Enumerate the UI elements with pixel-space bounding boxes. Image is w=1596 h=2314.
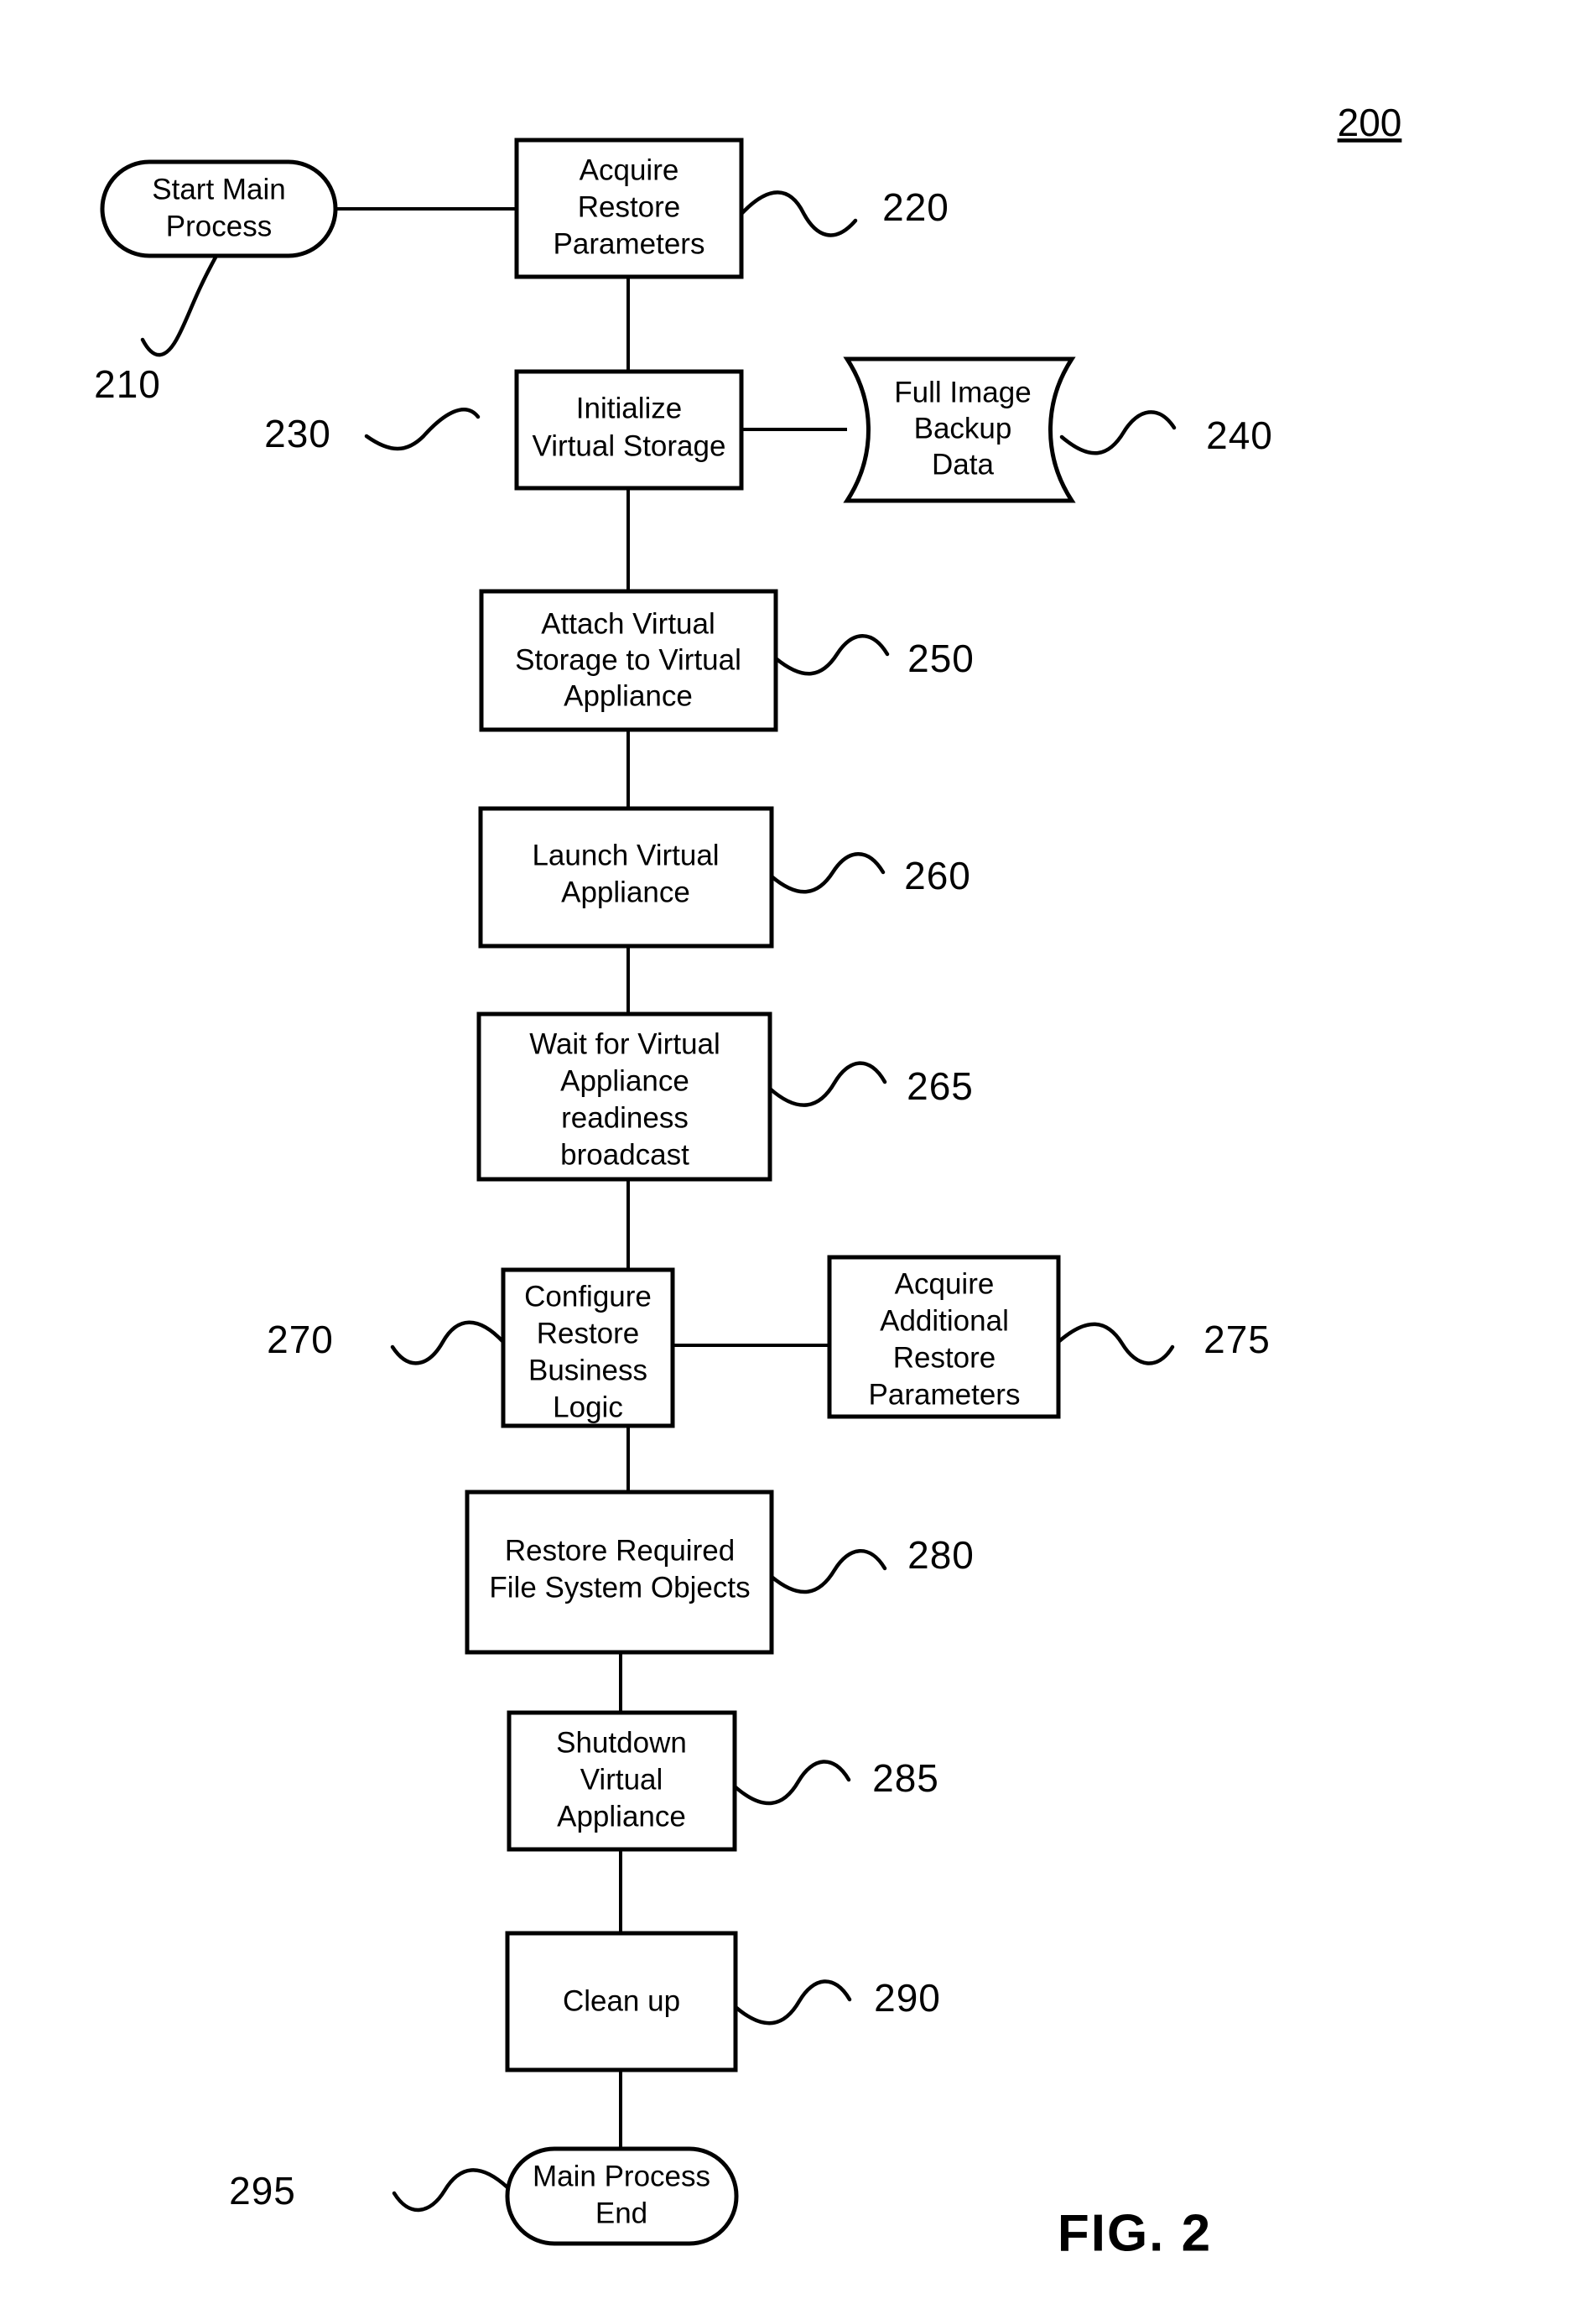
leader-230 — [364, 408, 481, 451]
leader-260 — [769, 852, 886, 894]
backup-data-label-line1: Full Image — [894, 376, 1031, 408]
wait-label-line2: Appliance — [560, 1064, 689, 1097]
restore-label-line2: File System Objects — [489, 1571, 750, 1604]
flowchart-diagram: Start Main Process Acquire Restore Param… — [94, 101, 1402, 2262]
additional-label-line4: Parameters — [869, 1378, 1021, 1411]
clean-up-label: Clean up — [563, 1984, 680, 2017]
end-label-line1: Main Process — [533, 2160, 710, 2192]
node-acquire-restore-parameters[interactable]: Acquire Restore Parameters — [514, 138, 744, 279]
acquire-label-line2: Restore — [578, 190, 681, 223]
start-label-line2: Process — [166, 210, 272, 242]
reference-210: 210 — [94, 362, 161, 406]
node-full-image-backup-data[interactable]: Full Image Backup Data — [843, 356, 1076, 503]
leader-240 — [1059, 410, 1177, 455]
shutdown-label-line3: Appliance — [557, 1800, 686, 1833]
leader-285 — [732, 1760, 851, 1806]
leader-275 — [1056, 1322, 1175, 1365]
leader-265 — [767, 1061, 887, 1107]
backup-data-label-line3: Data — [932, 448, 994, 481]
leader-290 — [733, 1979, 852, 2025]
end-label-line2: End — [595, 2197, 647, 2229]
start-label-line1: Start Main — [152, 173, 286, 205]
node-acquire-additional-restore-parameters[interactable]: Acquire Additional Restore Parameters — [827, 1255, 1061, 1419]
acquire-label-line1: Acquire — [580, 153, 679, 186]
node-restore-file-system-objects[interactable]: Restore Required File System Objects — [465, 1490, 774, 1655]
initialize-label-line2: Virtual Storage — [533, 429, 726, 462]
leader-295 — [392, 2168, 510, 2213]
additional-label-line3: Restore — [893, 1341, 996, 1374]
reference-285: 285 — [872, 1756, 939, 1800]
node-start-main-process[interactable]: Start Main Process — [100, 159, 338, 258]
attach-label-line2: Storage to Virtual — [515, 643, 741, 676]
figure-caption: FIG. 2 — [1058, 2204, 1212, 2262]
additional-label-line1: Acquire — [895, 1267, 995, 1300]
node-wait-for-readiness[interactable]: Wait for Virtual Appliance readiness bro… — [476, 1011, 772, 1182]
leader-220 — [739, 190, 858, 237]
leader-280 — [769, 1549, 887, 1594]
node-shutdown-virtual-appliance[interactable]: Shutdown Virtual Appliance — [507, 1710, 737, 1852]
reference-280: 280 — [907, 1533, 975, 1577]
acquire-label-line3: Parameters — [554, 227, 705, 260]
reference-240: 240 — [1206, 413, 1273, 457]
wait-label-line3: readiness — [561, 1101, 689, 1134]
reference-220: 220 — [882, 185, 949, 229]
attach-label-line3: Appliance — [564, 679, 693, 712]
node-clean-up[interactable]: Clean up — [505, 1931, 738, 2072]
wait-label-line4: broadcast — [560, 1138, 689, 1171]
configure-label-line4: Logic — [553, 1391, 623, 1423]
node-initialize-virtual-storage[interactable]: Initialize Virtual Storage — [514, 369, 744, 491]
leader-270 — [390, 1320, 506, 1365]
reference-290: 290 — [874, 1976, 941, 2020]
launch-label-line2: Appliance — [561, 876, 690, 908]
reference-260: 260 — [904, 854, 971, 897]
shutdown-label-line2: Virtual — [580, 1763, 663, 1796]
configure-label-line1: Configure — [524, 1280, 652, 1313]
reference-295: 295 — [229, 2169, 296, 2213]
configure-label-line2: Restore — [537, 1317, 640, 1349]
node-launch-virtual-appliance[interactable]: Launch Virtual Appliance — [478, 806, 774, 949]
leader-250 — [773, 634, 890, 676]
reference-250: 250 — [907, 637, 975, 680]
figure-reference-200: 200 — [1338, 101, 1402, 144]
reference-230: 230 — [264, 412, 331, 455]
shutdown-label-line1: Shutdown — [556, 1726, 687, 1759]
launch-label-line1: Launch Virtual — [532, 839, 719, 871]
restore-label-line1: Restore Required — [505, 1534, 735, 1567]
node-attach-virtual-storage[interactable]: Attach Virtual Storage to Virtual Applia… — [479, 589, 778, 732]
additional-label-line2: Additional — [880, 1304, 1009, 1337]
attach-label-line1: Attach Virtual — [541, 607, 715, 640]
backup-data-label-line2: Backup — [914, 412, 1012, 445]
leader-210 — [140, 253, 219, 357]
wait-label-line1: Wait for Virtual — [529, 1027, 720, 1060]
reference-270: 270 — [267, 1318, 334, 1361]
node-configure-restore-business-logic[interactable]: Configure Restore Business Logic — [501, 1267, 675, 1428]
node-main-process-end[interactable]: Main Process End — [505, 2146, 739, 2246]
configure-label-line3: Business — [528, 1354, 647, 1386]
initialize-label-line1: Initialize — [576, 392, 682, 424]
reference-265: 265 — [907, 1064, 974, 1108]
reference-275: 275 — [1203, 1318, 1271, 1361]
patent-figure: Start Main Process Acquire Restore Param… — [0, 0, 1596, 2314]
